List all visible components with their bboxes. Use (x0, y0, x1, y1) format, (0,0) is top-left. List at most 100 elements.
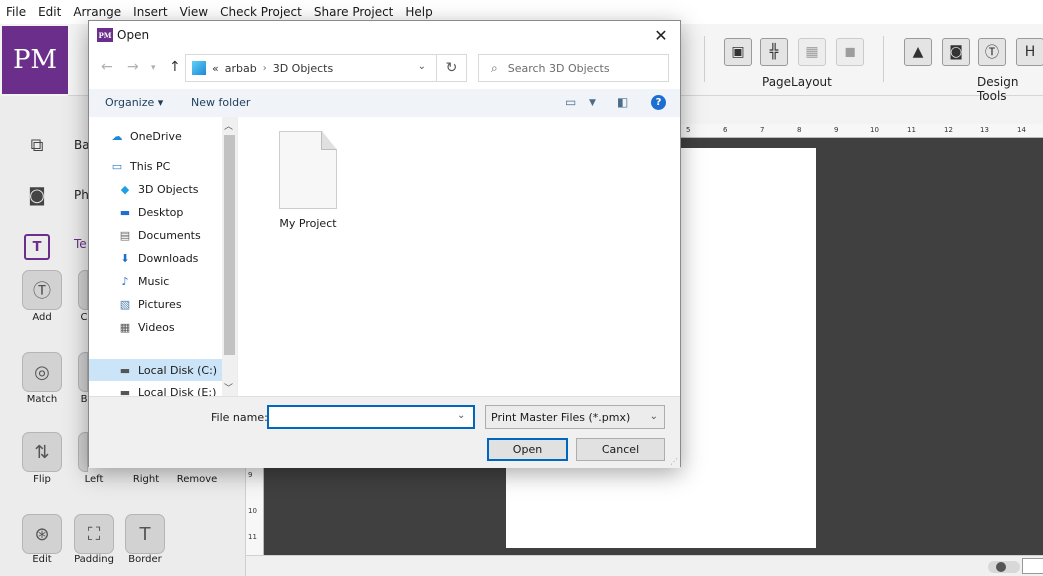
border-tool[interactable]: T (125, 514, 165, 554)
edit-tool[interactable]: ⊛ (22, 514, 62, 554)
cancel-button[interactable]: Cancel (576, 438, 665, 461)
new-folder-button[interactable]: New folder (191, 96, 250, 109)
chevron-right-icon: › (262, 62, 267, 74)
recent-locations-icon[interactable]: ▾ (151, 63, 156, 73)
nav-item-label: OneDrive (130, 129, 182, 143)
breadcrumb-segment[interactable]: 3D Objects (273, 62, 334, 75)
search-icon: ⌕ (491, 60, 498, 75)
panel-row-photo[interactable]: ◙ (24, 182, 50, 208)
3d-objects-icon (192, 61, 206, 75)
ruler-tick-label: 14 (1017, 126, 1026, 134)
nav-item-pictures[interactable]: ▧ Pictures (117, 293, 222, 315)
panel-row-label: Te (74, 237, 87, 251)
insert-picture-icon[interactable]: ▲ (904, 38, 932, 66)
nav-item-label: Documents (138, 228, 201, 242)
menu-help[interactable]: Help (405, 5, 432, 19)
toolbar-separator (704, 36, 705, 82)
panel-row-background[interactable]: ⧉ (24, 132, 50, 158)
refresh-icon[interactable]: ↻ (437, 54, 467, 82)
match-tool[interactable]: ◎ (22, 352, 62, 392)
open-button[interactable]: Open (487, 438, 568, 461)
menu-edit[interactable]: Edit (38, 5, 61, 19)
scroll-up-icon[interactable]: ︿ (224, 119, 233, 132)
dialog-title-bar: PM Open ✕ (89, 21, 680, 51)
resize-grip-icon[interactable]: ⋰ (670, 457, 678, 466)
nav-item-this-pc[interactable]: ▭ This PC (109, 155, 222, 177)
toolbar-group-label: Design Tools (977, 75, 1019, 103)
search-placeholder[interactable]: Search 3D Objects (508, 62, 610, 75)
nav-item-label: Pictures (138, 297, 182, 311)
insert-heading-icon[interactable]: H (1016, 38, 1043, 66)
up-arrow-icon[interactable]: ↑ (169, 59, 181, 75)
path-prefix[interactable]: « (212, 62, 219, 75)
add-text-tool[interactable]: Ⓣ (22, 270, 62, 310)
menu-insert[interactable]: Insert (133, 5, 167, 19)
navigation-bar: ← → ▾ ↑ « arbab › 3D Objects ⌄ ↻ ⌕ Searc… (89, 51, 680, 85)
menu-arrange[interactable]: Arrange (73, 5, 121, 19)
nav-item-desktop[interactable]: ▬ Desktop (117, 201, 222, 223)
documents-icon: ▤ (119, 228, 131, 242)
close-icon[interactable]: ✕ (648, 23, 674, 47)
chevron-down-icon[interactable]: ⌄ (457, 410, 465, 421)
preview-pane-icon[interactable]: ◧ (617, 95, 628, 109)
chevron-down-icon[interactable]: ▼ (589, 98, 596, 108)
help-icon[interactable]: ? (651, 95, 666, 110)
navigation-scrollbar[interactable]: ︿ ﹀ (222, 117, 237, 396)
music-icon: ♪ (121, 274, 129, 288)
vertical-ruler: 9 10 11 (246, 467, 264, 555)
file-type-select[interactable]: Print Master Files (*.pmx) ⌄ (485, 405, 665, 429)
menu-file[interactable]: File (6, 5, 26, 19)
chevron-down-icon[interactable]: ⌄ (418, 61, 426, 72)
nav-item-videos[interactable]: ▦ Videos (117, 316, 222, 338)
zoom-box[interactable] (1022, 558, 1043, 574)
file-item[interactable]: My Project (268, 131, 348, 230)
downloads-icon: ⬇ (120, 251, 130, 265)
videos-icon: ▦ (119, 320, 131, 334)
page-layout-grid-icon[interactable]: ▦ (798, 38, 826, 66)
scrollbar-thumb[interactable] (224, 135, 235, 355)
page-layout-fill-icon[interactable]: ◼ (836, 38, 864, 66)
tool-label: Flip (33, 474, 51, 485)
chevron-down-icon: ⌄ (649, 411, 658, 422)
left-tool[interactable] (78, 432, 88, 472)
view-toggle[interactable] (988, 561, 1020, 573)
page-layout-guides-icon[interactable]: ╬ (760, 38, 788, 66)
organize-button[interactable]: Organize ▾ (105, 96, 163, 109)
nav-item-downloads[interactable]: ⬇ Downloads (117, 247, 222, 269)
file-name-input[interactable] (267, 405, 475, 429)
app-logo: PM (2, 26, 68, 94)
ruler-tick-label: 10 (248, 507, 257, 515)
panel-row-text[interactable]: T (24, 234, 50, 260)
nav-item-local-disk-c[interactable]: ▬ Local Disk (C:) (89, 359, 222, 381)
menu-share-project[interactable]: Share Project (314, 5, 394, 19)
forward-arrow-icon[interactable]: → (127, 59, 139, 75)
nav-item-onedrive[interactable]: ☁ OneDrive (109, 125, 222, 147)
ruler-tick-label: 9 (248, 471, 253, 479)
page-layout-single-icon[interactable]: ▣ (724, 38, 752, 66)
b-tool[interactable] (78, 352, 88, 392)
nav-item-label: Downloads (138, 251, 199, 265)
search-box[interactable]: ⌕ Search 3D Objects (478, 54, 669, 82)
tool-label: Left (84, 474, 104, 485)
padding-tool[interactable]: ⛶ (74, 514, 114, 554)
horizontal-scrollbar[interactable] (246, 555, 1043, 576)
menu-view[interactable]: View (180, 5, 208, 19)
menu-check-project[interactable]: Check Project (220, 5, 302, 19)
desktop-icon: ▬ (119, 205, 131, 219)
nav-item-documents[interactable]: ▤ Documents (117, 224, 222, 246)
ruler-tick-label: 11 (907, 126, 916, 134)
c-tool[interactable] (78, 270, 88, 310)
ruler-tick-label: 11 (248, 533, 257, 541)
flip-tool[interactable]: ⇅ (22, 432, 62, 472)
dialog-footer: File name: ⌄ Print Master Files (*.pmx) … (89, 396, 680, 468)
address-bar[interactable]: « arbab › 3D Objects ⌄ (185, 54, 437, 82)
insert-text-icon[interactable]: Ⓣ (978, 38, 1006, 66)
insert-camera-icon[interactable]: ◙ (942, 38, 970, 66)
change-view-icon[interactable]: ▭ (565, 95, 576, 109)
nav-item-3d-objects[interactable]: ◆ 3D Objects (117, 178, 222, 200)
breadcrumb-segment[interactable]: arbab (225, 62, 257, 75)
nav-item-music[interactable]: ♪ Music (117, 270, 222, 292)
nav-item-label: Videos (138, 320, 175, 334)
back-arrow-icon[interactable]: ← (101, 59, 113, 75)
scroll-down-icon[interactable]: ﹀ (224, 381, 233, 394)
